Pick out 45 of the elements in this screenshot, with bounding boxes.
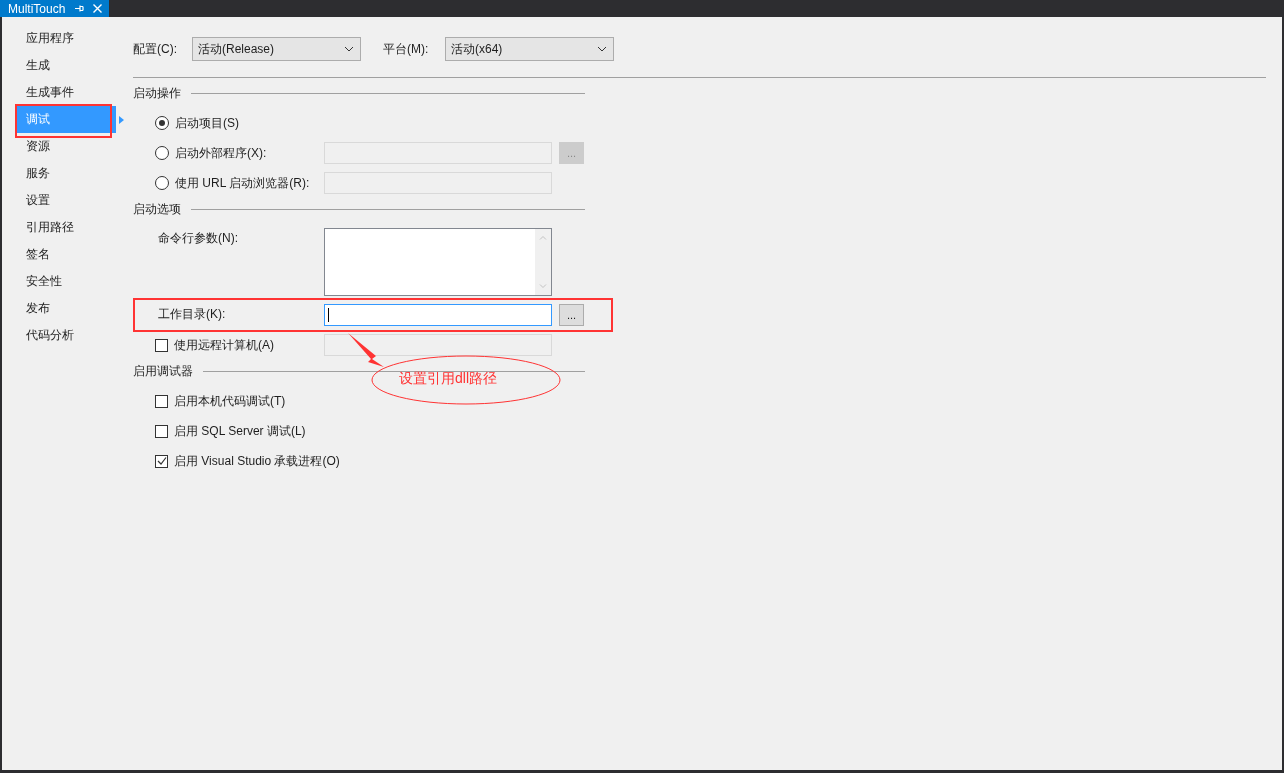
sidebar-item[interactable]: 生成 xyxy=(17,52,116,79)
sidebar-item[interactable]: 代码分析 xyxy=(17,322,116,349)
caret-icon xyxy=(597,46,607,52)
sidebar-item[interactable]: 签名 xyxy=(17,241,116,268)
input-field[interactable] xyxy=(324,304,552,326)
text-area[interactable] xyxy=(324,228,552,296)
option-label: 启用本机代码调试(T) xyxy=(174,392,286,410)
pin-icon xyxy=(73,3,85,14)
option-label: 启动项目(S) xyxy=(175,114,239,132)
option-label: 使用远程计算机(A) xyxy=(174,336,274,354)
caret-icon xyxy=(344,46,354,52)
checkbox[interactable] xyxy=(155,454,168,468)
sidebar-item[interactable]: 设置 xyxy=(17,187,116,214)
radio-button[interactable] xyxy=(155,146,169,160)
radio-button[interactable] xyxy=(155,116,169,130)
checkbox[interactable] xyxy=(155,338,168,352)
sidebar-item[interactable]: 引用路径 xyxy=(17,214,116,241)
section-title: 启动操作 xyxy=(133,84,181,102)
field-label: 平台(M): xyxy=(383,40,430,58)
close-icon xyxy=(92,3,104,14)
option-label: 工作目录(K): xyxy=(158,306,226,323)
sidebar-item[interactable]: 服务 xyxy=(17,160,116,187)
section-title: 启动选项 xyxy=(133,200,181,218)
sidebar-item[interactable]: 发布 xyxy=(17,295,116,322)
pointer-icon xyxy=(119,116,124,124)
callout-text: 设置引用dll路径 xyxy=(399,370,497,388)
field-label: 配置(C): xyxy=(133,40,178,58)
option-label: 命令行参数(N): xyxy=(158,230,238,247)
sidebar-item[interactable]: 生成事件 xyxy=(17,79,116,106)
sidebar-item[interactable]: 资源 xyxy=(17,133,116,160)
browse-button[interactable]: ... xyxy=(559,304,584,326)
dropdown[interactable]: 活动(Release) xyxy=(192,37,361,61)
checkbox[interactable] xyxy=(155,424,168,438)
section-title: 启用调试器 xyxy=(133,362,193,380)
option-label: 使用 URL 启动浏览器(R): xyxy=(175,174,310,192)
callout-arrow xyxy=(348,333,384,367)
option-label: 启动外部程序(X): xyxy=(175,144,267,162)
dropdown[interactable]: 活动(x64) xyxy=(445,37,614,61)
radio-button[interactable] xyxy=(155,176,169,190)
option-label: 启用 SQL Server 调试(L) xyxy=(174,422,306,440)
option-label: 启用 Visual Studio 承载进程(O) xyxy=(174,452,340,470)
checkbox[interactable] xyxy=(155,394,168,408)
sidebar-item[interactable]: 安全性 xyxy=(17,268,116,295)
document-tab[interactable]: MultiTouch xyxy=(0,0,110,17)
sidebar-item[interactable]: 应用程序 xyxy=(17,25,116,52)
